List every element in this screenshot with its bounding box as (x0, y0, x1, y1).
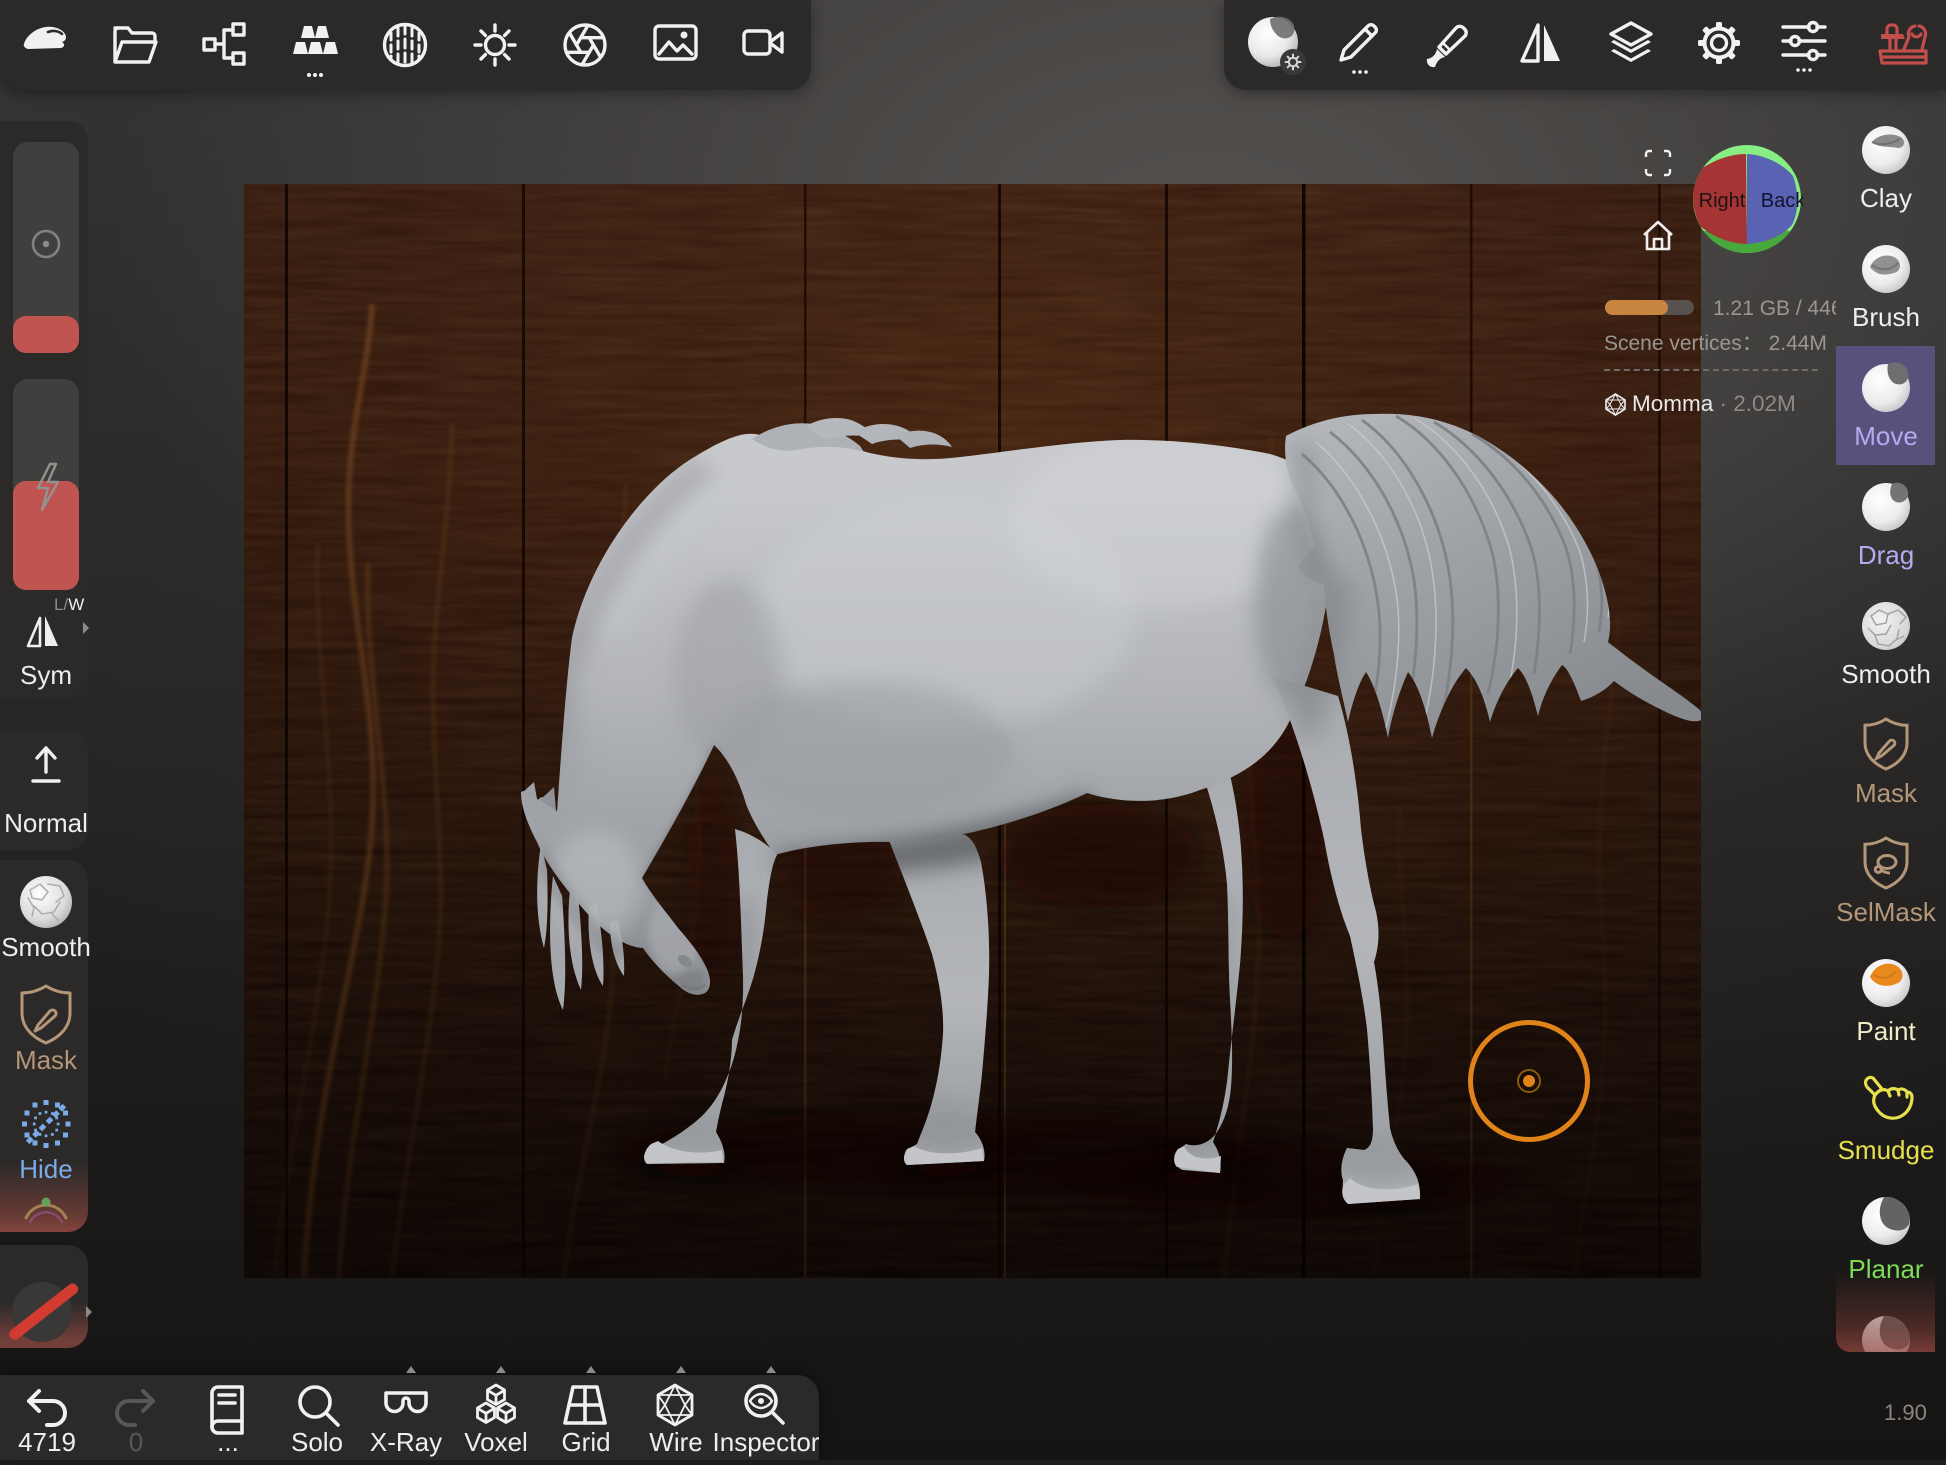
svg-text:L/W: L/W (54, 595, 84, 614)
svg-text:Mask: Mask (15, 1045, 78, 1075)
svg-text:Smooth: Smooth (1, 932, 91, 962)
svg-text:Normal: Normal (4, 808, 88, 838)
svg-text:Sym: Sym (20, 660, 72, 690)
svg-text:Right: Right (1699, 190, 1746, 212)
svg-text:Hide: Hide (19, 1154, 72, 1184)
svg-text:Back: Back (1761, 190, 1803, 212)
